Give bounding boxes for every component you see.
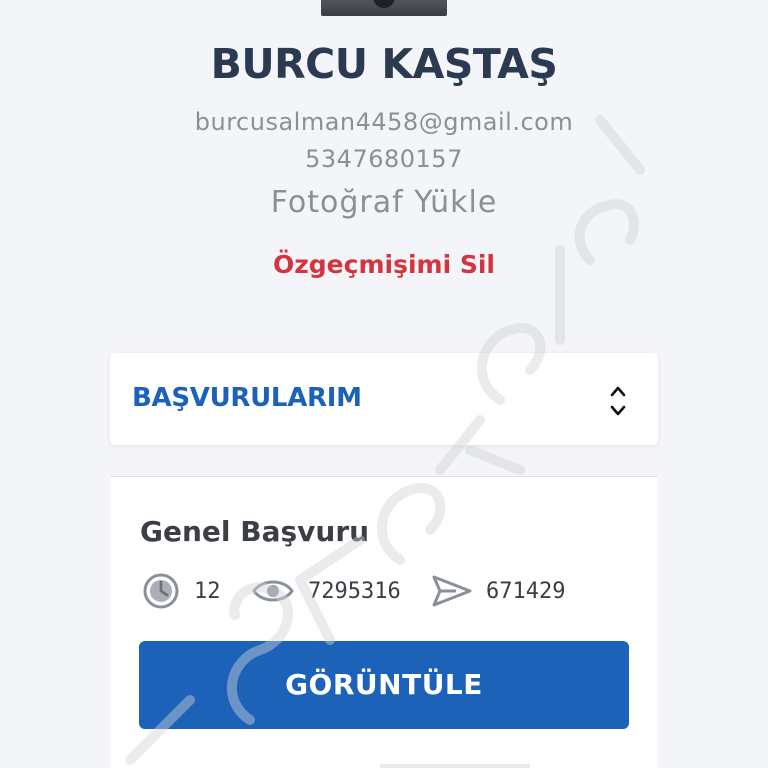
stat-time: 12 (142, 573, 221, 609)
delete-cv-link[interactable]: Özgeçmişimi Sil (0, 250, 768, 279)
upload-photo-link[interactable]: Fotoğraf Yükle (0, 185, 768, 220)
send-icon (432, 575, 472, 607)
stat-views: 7295316 (252, 573, 401, 609)
profile-name: BURCU KAŞTAŞ (210, 40, 558, 88)
eye-icon (252, 580, 294, 602)
chevron-up-down-icon (610, 386, 626, 416)
profile-email: burcusalman4458@gmail.com (194, 108, 574, 136)
clock-icon (143, 573, 179, 609)
profile-page: BURCU KAŞTAŞ burcusalman4458@gmail.com 5… (0, 0, 768, 768)
stat-views-value: 7295316 (308, 578, 401, 604)
stat-time-value: 12 (194, 578, 221, 604)
applications-accordion[interactable]: BAŞVURULARIM (110, 353, 658, 445)
stat-sent: 671429 (432, 573, 565, 609)
next-card-stub (380, 764, 530, 768)
application-title: Genel Başvuru (140, 515, 370, 548)
applications-section-title: BAŞVURULARIM (132, 383, 362, 413)
view-application-button[interactable]: GÖRÜNTÜLE (139, 641, 629, 729)
profile-phone: 5347680157 (305, 145, 463, 173)
avatar[interactable] (321, 0, 447, 16)
stat-sent-value: 671429 (486, 578, 566, 604)
application-card: Genel Başvuru 12 7295316 671429 GÖRÜNTÜL… (110, 477, 658, 768)
